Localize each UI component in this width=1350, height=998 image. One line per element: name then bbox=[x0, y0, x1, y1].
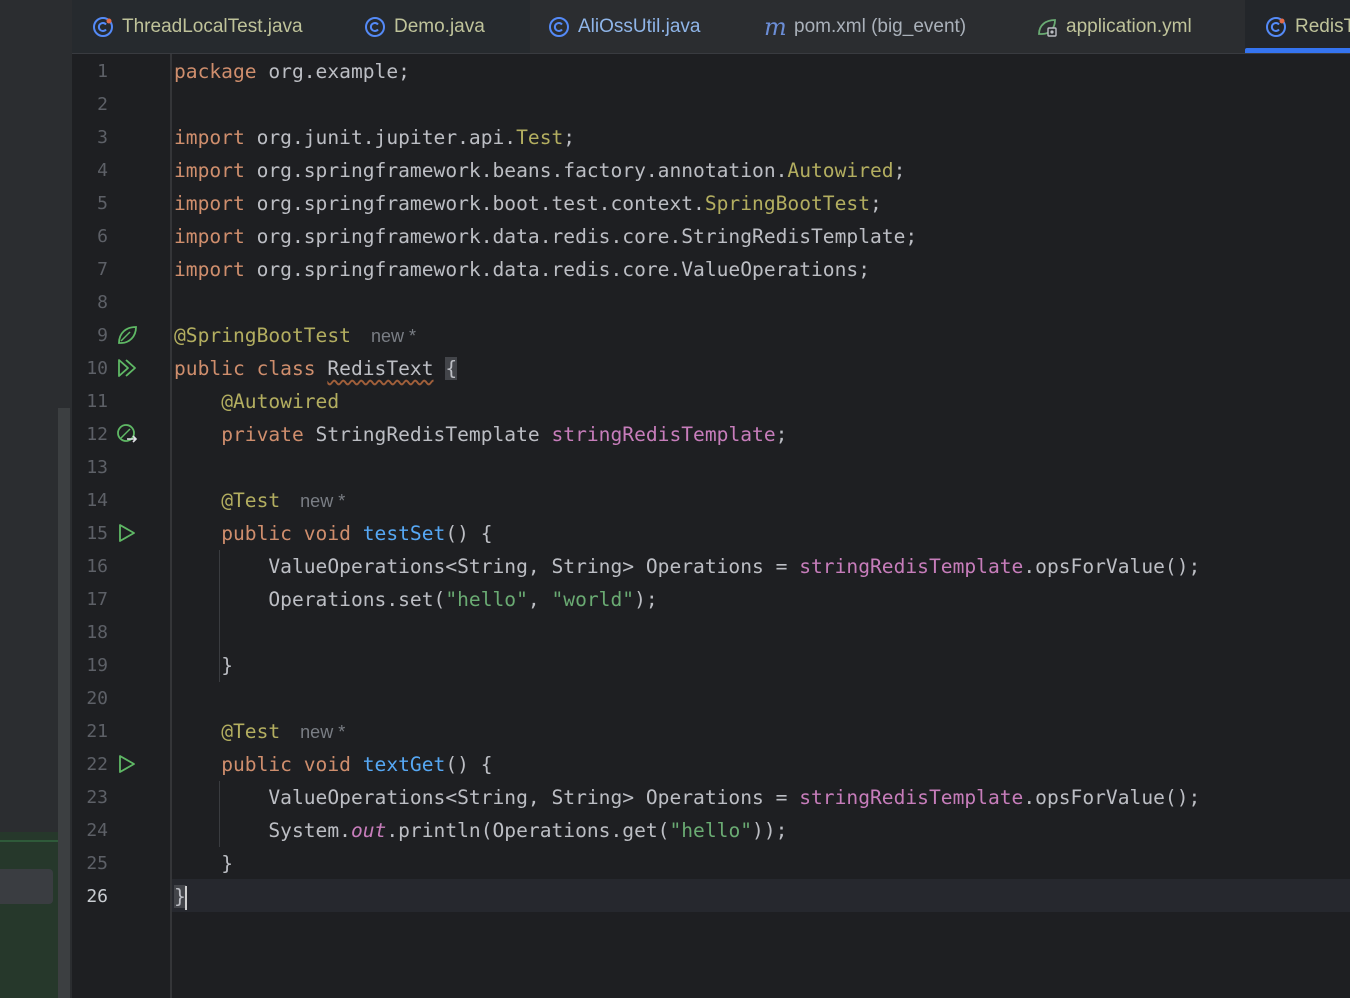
gutter-separator bbox=[170, 54, 172, 998]
code-line-1: package org.example; bbox=[174, 60, 410, 83]
code-line-21: @Test new * bbox=[221, 720, 346, 743]
line-number[interactable]: 18 bbox=[72, 616, 108, 649]
code-line-11: @Autowired bbox=[221, 390, 340, 413]
code-line-16: ValueOperations<String, String> Operatio… bbox=[268, 555, 1201, 578]
tab-demo[interactable]: Demo.java bbox=[337, 0, 530, 53]
java-class-icon bbox=[365, 16, 385, 37]
code-editor[interactable]: package org.example; import org.junit.ju… bbox=[174, 55, 1350, 913]
code-line-3: import org.junit.jupiter.api.Test; bbox=[174, 126, 576, 149]
spring-autowire-navigate-icon[interactable] bbox=[116, 423, 138, 445]
code-line-12: private StringRedisTemplate stringRedisT… bbox=[221, 423, 788, 446]
line-number[interactable]: 23 bbox=[72, 781, 108, 814]
tab-alioss-util[interactable]: AliOssUtil.java bbox=[530, 0, 730, 53]
line-number[interactable]: 2 bbox=[72, 88, 108, 121]
line-number[interactable]: 17 bbox=[72, 583, 108, 616]
maven-m-icon: m bbox=[764, 12, 787, 41]
line-number[interactable]: 9 bbox=[72, 319, 108, 352]
code-line-4: import org.springframework.beans.factory… bbox=[174, 159, 906, 182]
tab-pom-xml[interactable]: m pom.xml (big_event) bbox=[730, 0, 1000, 53]
project-panel-scrollbar[interactable] bbox=[58, 408, 70, 998]
project-tree-selected-item[interactable] bbox=[0, 869, 53, 904]
code-line-26: } bbox=[174, 885, 187, 910]
line-number[interactable]: 19 bbox=[72, 649, 108, 682]
spring-bean-icon[interactable] bbox=[116, 324, 138, 346]
line-number[interactable]: 16 bbox=[72, 550, 108, 583]
line-number[interactable]: 12 bbox=[72, 418, 108, 451]
run-test-icon[interactable] bbox=[116, 753, 138, 775]
left-tool-strip bbox=[0, 0, 72, 998]
run-all-tests-icon[interactable] bbox=[116, 357, 138, 379]
line-number[interactable]: 21 bbox=[72, 715, 108, 748]
code-line-23: ValueOperations<String, String> Operatio… bbox=[268, 786, 1201, 809]
text-caret bbox=[184, 885, 187, 910]
java-class-icon bbox=[549, 16, 569, 37]
code-line-24: System.out.println(Operations.get("hello… bbox=[268, 819, 788, 842]
line-number[interactable]: 10 bbox=[72, 352, 108, 385]
class-name-redistext: RedisText bbox=[327, 357, 434, 380]
editor-tab-bar: ThreadLocalTest.java Demo.java AliOssUti… bbox=[72, 0, 1350, 54]
line-number[interactable]: 14 bbox=[72, 484, 108, 517]
line-number[interactable]: 7 bbox=[72, 253, 108, 286]
line-number[interactable]: 4 bbox=[72, 154, 108, 187]
java-class-icon bbox=[1266, 16, 1286, 37]
java-class-icon bbox=[93, 16, 113, 37]
line-number[interactable]: 15 bbox=[72, 517, 108, 550]
line-number[interactable]: 3 bbox=[72, 121, 108, 154]
run-test-icon[interactable] bbox=[116, 522, 138, 544]
tab-threadlocaltest[interactable]: ThreadLocalTest.java bbox=[72, 0, 337, 53]
editor-gutter[interactable]: 1 2 3 4 5 6 7 8 9 10 11 12 13 14 15 16 17 18 19 20 21 22 23 24 2… bbox=[72, 54, 170, 998]
code-line-22: public void textGet() { bbox=[221, 753, 493, 776]
code-line-9: @SpringBootTest new * bbox=[174, 324, 416, 347]
tab-redis-text[interactable]: RedisT bbox=[1245, 0, 1350, 53]
line-number[interactable]: 8 bbox=[72, 286, 108, 319]
line-number[interactable]: 1 bbox=[72, 55, 108, 88]
code-line-5: import org.springframework.boot.test.con… bbox=[174, 192, 882, 215]
code-line-15: public void testSet() { bbox=[221, 522, 493, 545]
line-number[interactable]: 5 bbox=[72, 187, 108, 220]
code-line-10: public class RedisText { bbox=[174, 357, 458, 380]
project-tree-highlight bbox=[0, 832, 58, 998]
line-number[interactable]: 26 bbox=[72, 880, 108, 913]
code-line-14: @Test new * bbox=[221, 489, 346, 512]
line-number[interactable]: 25 bbox=[72, 847, 108, 880]
author-hint[interactable]: new * bbox=[371, 326, 416, 346]
code-line-25: } bbox=[221, 852, 233, 875]
line-number[interactable]: 6 bbox=[72, 220, 108, 253]
line-number[interactable]: 13 bbox=[72, 451, 108, 484]
code-line-7: import org.springframework.data.redis.co… bbox=[174, 258, 870, 281]
code-line-19: } bbox=[221, 654, 233, 677]
author-hint[interactable]: new * bbox=[300, 722, 345, 742]
line-number[interactable]: 11 bbox=[72, 385, 108, 418]
author-hint[interactable]: new * bbox=[300, 491, 345, 511]
line-number[interactable]: 24 bbox=[72, 814, 108, 847]
tab-application-yml[interactable]: application.yml bbox=[1000, 0, 1245, 53]
spring-config-icon bbox=[1038, 18, 1057, 37]
line-number[interactable]: 20 bbox=[72, 682, 108, 715]
code-line-17: Operations.set("hello", "world"); bbox=[268, 588, 658, 611]
line-number[interactable]: 22 bbox=[72, 748, 108, 781]
code-line-6: import org.springframework.data.redis.co… bbox=[174, 225, 918, 248]
